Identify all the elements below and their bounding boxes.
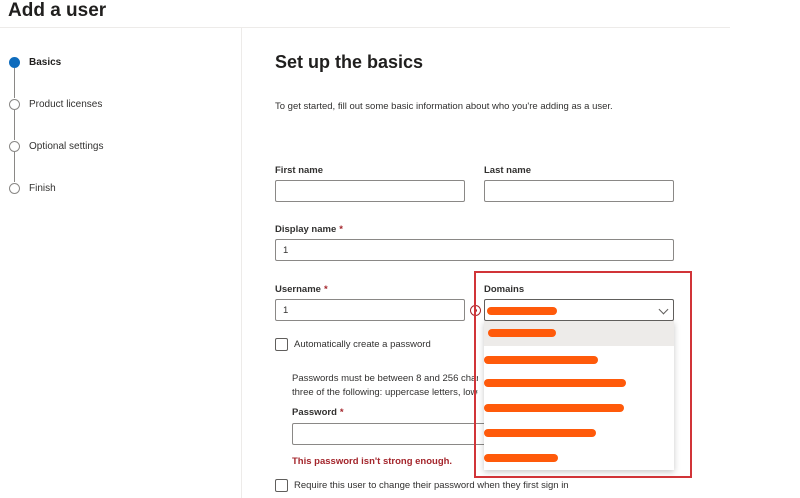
annotation-highlight	[474, 271, 692, 478]
page-title: Add a user	[8, 0, 107, 21]
help-line: three of the following: uppercase letter…	[292, 387, 478, 398]
username-label: Username *	[275, 284, 328, 295]
step-label: Product licenses	[29, 99, 103, 110]
step-optional-settings[interactable]: Optional settings	[9, 141, 104, 152]
step-product-licenses[interactable]: Product licenses	[9, 99, 102, 110]
display-name-label-text: Display name	[275, 224, 337, 235]
first-name-input[interactable]	[275, 180, 465, 202]
auto-password-label: Automatically create a password	[294, 339, 431, 350]
step-pending-icon	[9, 99, 20, 110]
require-change-checkbox[interactable]	[275, 479, 288, 492]
step-current-icon	[9, 57, 20, 68]
username-input[interactable]	[275, 299, 465, 321]
require-change-option[interactable]: Require this user to change their passwo…	[275, 479, 569, 492]
step-finish[interactable]: Finish	[9, 183, 56, 194]
password-requirements: Passwords must be between 8 and 256 char…	[292, 372, 478, 400]
required-asterisk: *	[323, 284, 328, 295]
auto-password-option[interactable]: Automatically create a password	[275, 338, 431, 351]
step-connector	[14, 110, 15, 140]
sidebar-divider	[241, 28, 242, 498]
help-line: Passwords must be between 8 and 256 char…	[292, 373, 478, 384]
last-name-input[interactable]	[484, 180, 674, 202]
last-name-label: Last name	[484, 165, 531, 176]
password-label-text: Password	[292, 407, 337, 418]
first-name-label: First name	[275, 165, 324, 176]
display-name-label: Display name *	[275, 224, 343, 235]
required-asterisk: *	[339, 407, 344, 418]
password-error-message: This password isn't strong enough.	[292, 456, 453, 467]
step-label: Basics	[29, 57, 62, 68]
step-connector	[14, 152, 15, 182]
section-intro: To get started, fill out some basic info…	[275, 101, 613, 112]
header-divider	[0, 27, 730, 28]
auto-password-checkbox[interactable]	[275, 338, 288, 351]
section-heading: Set up the basics	[275, 52, 424, 72]
display-name-input[interactable]	[275, 239, 674, 261]
require-change-label: Require this user to change their passwo…	[294, 480, 569, 491]
password-label: Password *	[292, 407, 344, 418]
password-input[interactable]	[292, 423, 492, 445]
step-label: Optional settings	[29, 141, 104, 152]
step-label: Finish	[29, 183, 56, 194]
step-pending-icon	[9, 141, 20, 152]
username-label-text: Username	[275, 284, 321, 295]
step-basics[interactable]: Basics	[9, 57, 61, 68]
step-pending-icon	[9, 183, 20, 194]
step-connector	[14, 68, 15, 98]
required-asterisk: *	[339, 224, 343, 235]
